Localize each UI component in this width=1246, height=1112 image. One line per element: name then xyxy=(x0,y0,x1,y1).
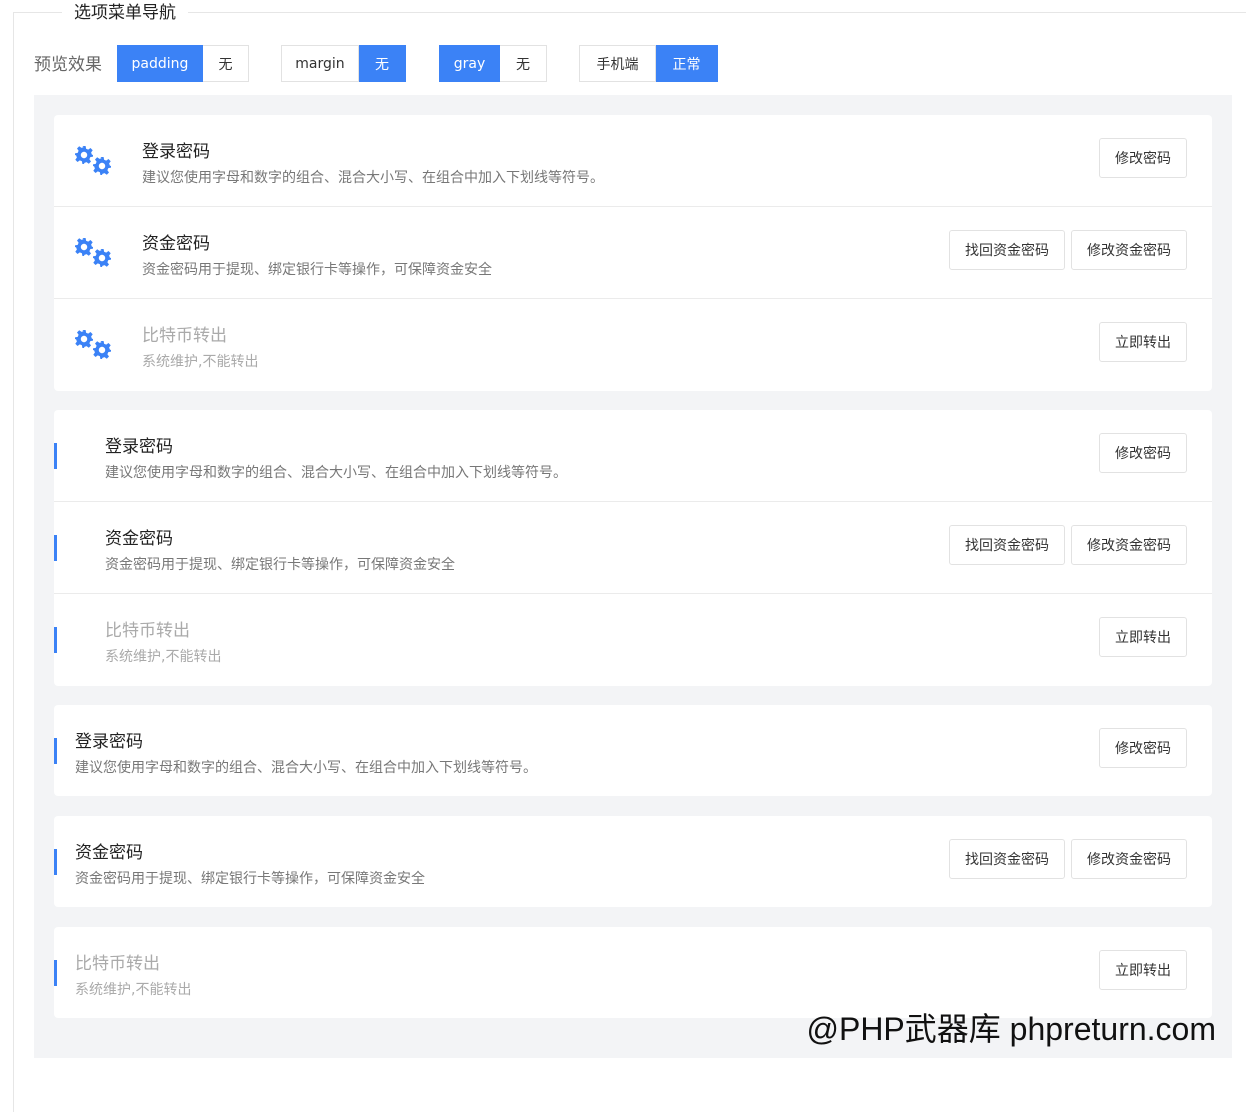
margin-option-button[interactable]: margin xyxy=(281,45,359,82)
row-title: 比特币转出 xyxy=(75,954,160,974)
recover-fund-password-button[interactable]: 找回资金密码 xyxy=(949,839,1065,879)
row-title: 比特币转出 xyxy=(142,326,227,346)
menu-row-login-password: 登录密码 建议您使用字母和数字的组合、混合大小写、在组合中加入下划线等符号。 修… xyxy=(54,705,1212,796)
transfer-now-button[interactable]: 立即转出 xyxy=(1099,617,1187,657)
accent-bar xyxy=(54,535,57,561)
row-description: 建议您使用字母和数字的组合、混合大小写、在组合中加入下划线等符号。 xyxy=(142,170,604,186)
row-title: 资金密码 xyxy=(105,529,173,549)
preview-area: 登录密码 建议您使用字母和数字的组合、混合大小写、在组合中加入下划线等符号。 修… xyxy=(34,95,1232,1058)
row-description: 建议您使用字母和数字的组合、混合大小写、在组合中加入下划线等符号。 xyxy=(75,760,537,776)
menu-card-login: 登录密码 建议您使用字母和数字的组合、混合大小写、在组合中加入下划线等符号。 修… xyxy=(54,705,1212,796)
row-title: 登录密码 xyxy=(75,732,143,752)
recover-fund-password-button[interactable]: 找回资金密码 xyxy=(949,230,1065,270)
padding-none-button[interactable]: 无 xyxy=(203,45,249,82)
menu-card-bar-padded: 登录密码 建议您使用字母和数字的组合、混合大小写、在组合中加入下划线等符号。 修… xyxy=(54,410,1212,686)
margin-toggle-group: margin 无 xyxy=(281,45,406,82)
menu-row-fund-password: 资金密码 资金密码用于提现、绑定银行卡等操作，可保障资金安全 找回资金密码 修改… xyxy=(54,207,1212,299)
margin-none-button[interactable]: 无 xyxy=(359,45,406,82)
watermark-text: @PHP武器库 phpreturn.com xyxy=(806,1011,1216,1047)
change-password-button[interactable]: 修改密码 xyxy=(1099,138,1187,178)
gears-icon xyxy=(74,145,114,177)
gray-toggle-group: gray 无 xyxy=(439,45,547,82)
change-fund-password-button[interactable]: 修改资金密码 xyxy=(1071,525,1187,565)
gears-icon xyxy=(74,329,114,361)
accent-bar xyxy=(54,627,57,653)
row-description: 系统维护,不能转出 xyxy=(142,354,259,370)
menu-row-fund-password: 资金密码 资金密码用于提现、绑定银行卡等操作，可保障资金安全 找回资金密码 修改… xyxy=(54,816,1212,907)
row-description: 资金密码用于提现、绑定银行卡等操作，可保障资金安全 xyxy=(142,262,492,278)
menu-card-icons: 登录密码 建议您使用字母和数字的组合、混合大小写、在组合中加入下划线等符号。 修… xyxy=(54,115,1212,391)
preview-label: 预览效果 xyxy=(34,55,102,75)
accent-bar xyxy=(54,849,57,875)
accent-bar xyxy=(54,960,57,986)
mobile-option-button[interactable]: 手机端 xyxy=(579,45,656,82)
change-password-button[interactable]: 修改密码 xyxy=(1099,433,1187,473)
section-legend: 选项菜单导航 xyxy=(62,2,188,24)
menu-card-fund: 资金密码 资金密码用于提现、绑定银行卡等操作，可保障资金安全 找回资金密码 修改… xyxy=(54,816,1212,907)
recover-fund-password-button[interactable]: 找回资金密码 xyxy=(949,525,1065,565)
row-title: 登录密码 xyxy=(142,142,210,162)
row-description: 系统维护,不能转出 xyxy=(105,649,222,665)
padding-option-button[interactable]: padding xyxy=(117,45,203,82)
menu-row-fund-password: 资金密码 资金密码用于提现、绑定银行卡等操作，可保障资金安全 找回资金密码 修改… xyxy=(54,502,1212,594)
row-title: 资金密码 xyxy=(142,234,210,254)
row-title: 资金密码 xyxy=(75,843,143,863)
change-fund-password-button[interactable]: 修改资金密码 xyxy=(1071,839,1187,879)
accent-bar xyxy=(54,738,57,764)
transfer-now-button[interactable]: 立即转出 xyxy=(1099,322,1187,362)
transfer-now-button[interactable]: 立即转出 xyxy=(1099,950,1187,990)
change-fund-password-button[interactable]: 修改资金密码 xyxy=(1071,230,1187,270)
gray-option-button[interactable]: gray xyxy=(439,45,500,82)
device-toggle-group: 手机端 正常 xyxy=(579,45,718,82)
normal-option-button[interactable]: 正常 xyxy=(656,45,718,82)
row-description: 资金密码用于提现、绑定银行卡等操作，可保障资金安全 xyxy=(75,871,425,887)
accent-bar xyxy=(54,443,57,469)
row-description: 资金密码用于提现、绑定银行卡等操作，可保障资金安全 xyxy=(105,557,455,573)
menu-row-btc-transfer: 比特币转出 系统维护,不能转出 立即转出 xyxy=(54,594,1212,686)
row-description: 建议您使用字母和数字的组合、混合大小写、在组合中加入下划线等符号。 xyxy=(105,465,567,481)
menu-row-login-password: 登录密码 建议您使用字母和数字的组合、混合大小写、在组合中加入下划线等符号。 修… xyxy=(54,410,1212,502)
row-title: 登录密码 xyxy=(105,437,173,457)
gray-none-button[interactable]: 无 xyxy=(500,45,547,82)
change-password-button[interactable]: 修改密码 xyxy=(1099,728,1187,768)
row-description: 系统维护,不能转出 xyxy=(75,982,192,998)
gears-icon xyxy=(74,237,114,269)
padding-toggle-group: padding 无 xyxy=(117,45,249,82)
menu-row-login-password: 登录密码 建议您使用字母和数字的组合、混合大小写、在组合中加入下划线等符号。 修… xyxy=(54,115,1212,207)
row-title: 比特币转出 xyxy=(105,621,190,641)
menu-row-btc-transfer: 比特币转出 系统维护,不能转出 立即转出 xyxy=(54,299,1212,391)
